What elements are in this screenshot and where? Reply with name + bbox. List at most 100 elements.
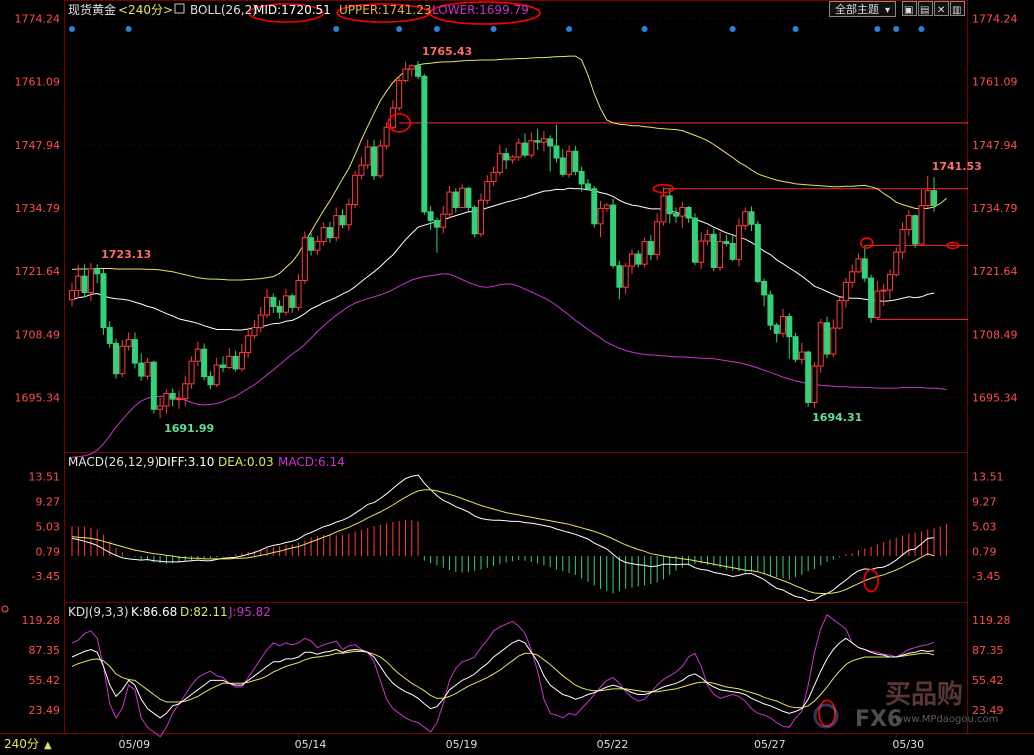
candle-body xyxy=(119,345,126,375)
signal-dot xyxy=(729,26,736,32)
candle-body xyxy=(314,241,321,251)
candle-body xyxy=(131,339,138,364)
kdj-tick-left: 23.49 xyxy=(29,704,61,717)
footer-period: 240分 xyxy=(4,737,39,751)
macd-tick-right: -3.45 xyxy=(972,570,1000,583)
candle-body xyxy=(81,275,88,294)
candle-body xyxy=(767,294,774,326)
candle-body xyxy=(773,324,780,334)
candle-body xyxy=(465,187,472,208)
signal-dot xyxy=(396,26,403,32)
candle-body xyxy=(251,327,258,337)
price-tick-right: 1708.49 xyxy=(972,328,1018,341)
candle-body xyxy=(87,268,94,294)
price-annotation: 1691.99 xyxy=(164,422,214,435)
candle-body xyxy=(459,187,466,208)
price-tick-right: 1695.34 xyxy=(972,392,1018,405)
candle-body xyxy=(704,233,711,242)
candle-body xyxy=(194,348,201,362)
candle-body xyxy=(792,336,799,360)
candle-body xyxy=(282,295,289,313)
candle-body xyxy=(358,164,365,176)
candle-body xyxy=(786,316,793,338)
boll-upper: UPPER:1741.23 xyxy=(339,3,431,17)
candle-body xyxy=(245,335,252,354)
candle-body xyxy=(698,240,705,263)
candle-body xyxy=(471,206,478,235)
candle-body xyxy=(528,140,535,156)
theme-selector[interactable]: 全部主题 ▾ xyxy=(829,1,896,17)
candle-body xyxy=(440,213,447,228)
price-annotation: 1723.13 xyxy=(101,248,151,261)
candle-body xyxy=(433,219,440,228)
price-tick-left: 1734.79 xyxy=(15,202,61,215)
kdj-name: KDJ(9,3,3) xyxy=(68,605,129,619)
candle-body xyxy=(710,233,717,269)
signal-dot xyxy=(918,26,925,32)
candle-body xyxy=(69,290,75,301)
kdj-k: K:86.68 xyxy=(131,605,177,619)
candle-body xyxy=(144,361,151,377)
candle-body xyxy=(673,213,680,217)
candle-body xyxy=(622,265,629,288)
chevron-down-icon: ▾ xyxy=(885,5,890,16)
footer[interactable]: 240分 ▲ xyxy=(4,737,52,751)
signal-dot xyxy=(490,26,497,32)
kdj-j: J:95.82 xyxy=(228,605,271,619)
macd-tick-right: 9.27 xyxy=(972,496,997,509)
price-annotation: 1741.53 xyxy=(932,160,982,173)
macd-tick-left: 5.03 xyxy=(36,520,61,533)
candle-body xyxy=(842,281,849,302)
candle-body xyxy=(421,75,428,213)
kdj-d: D:82.11 xyxy=(180,605,228,619)
x-axis-label: 05/22 xyxy=(597,738,629,751)
candle-body xyxy=(264,296,271,316)
candle-body xyxy=(566,150,573,175)
candle-body xyxy=(201,348,208,378)
price-annotation: 1694.31 xyxy=(812,411,862,424)
candle-body xyxy=(830,327,837,355)
candle-body xyxy=(886,274,893,291)
signal-dot xyxy=(566,26,573,32)
candle-body xyxy=(157,405,164,410)
watermark-url: www.MPdaogou.com xyxy=(895,714,998,725)
kdj-tick-right: 55.42 xyxy=(972,674,1004,687)
candle-body xyxy=(855,258,862,273)
candle-body xyxy=(408,65,415,70)
price-tick-left: 1761.09 xyxy=(15,76,61,89)
candle-body xyxy=(308,237,315,251)
x-axis-label: 05/30 xyxy=(892,738,924,751)
candle-body xyxy=(685,206,692,219)
x-axis-label: 05/27 xyxy=(754,738,786,751)
candle-body xyxy=(654,221,661,256)
macd-tick-right: 13.51 xyxy=(972,471,1004,484)
signal-dot xyxy=(792,26,799,32)
candle-body xyxy=(603,204,610,209)
candle-body xyxy=(320,227,327,243)
list-icon: ▤ xyxy=(920,5,929,16)
candle-body xyxy=(748,211,755,225)
signal-dot xyxy=(125,26,132,32)
candle-body xyxy=(276,305,283,313)
candle-body xyxy=(540,138,547,143)
candle-body xyxy=(364,146,371,166)
candle-body xyxy=(597,207,604,225)
macd-header: MACD(26,12,9) DIFF:3.10 DEA:0.03 MACD:6.… xyxy=(68,455,345,469)
candle-body xyxy=(188,360,195,385)
candle-body xyxy=(446,191,453,215)
price-tick-right: 1761.09 xyxy=(972,76,1018,89)
candle-body xyxy=(503,153,510,161)
price-tick-right: 1721.64 xyxy=(972,265,1018,278)
candle-body xyxy=(742,211,749,227)
candle-body xyxy=(175,398,182,401)
candle-body xyxy=(207,376,214,386)
candle-body xyxy=(874,290,881,318)
candle-body xyxy=(931,190,937,207)
candle-body xyxy=(220,364,227,368)
candle-body xyxy=(805,351,812,404)
candle-body xyxy=(106,327,113,344)
candle-body xyxy=(289,295,296,308)
candle-body xyxy=(899,229,906,253)
boll-lower: LOWER:1699.79 xyxy=(432,3,529,17)
candle-body xyxy=(754,223,761,282)
